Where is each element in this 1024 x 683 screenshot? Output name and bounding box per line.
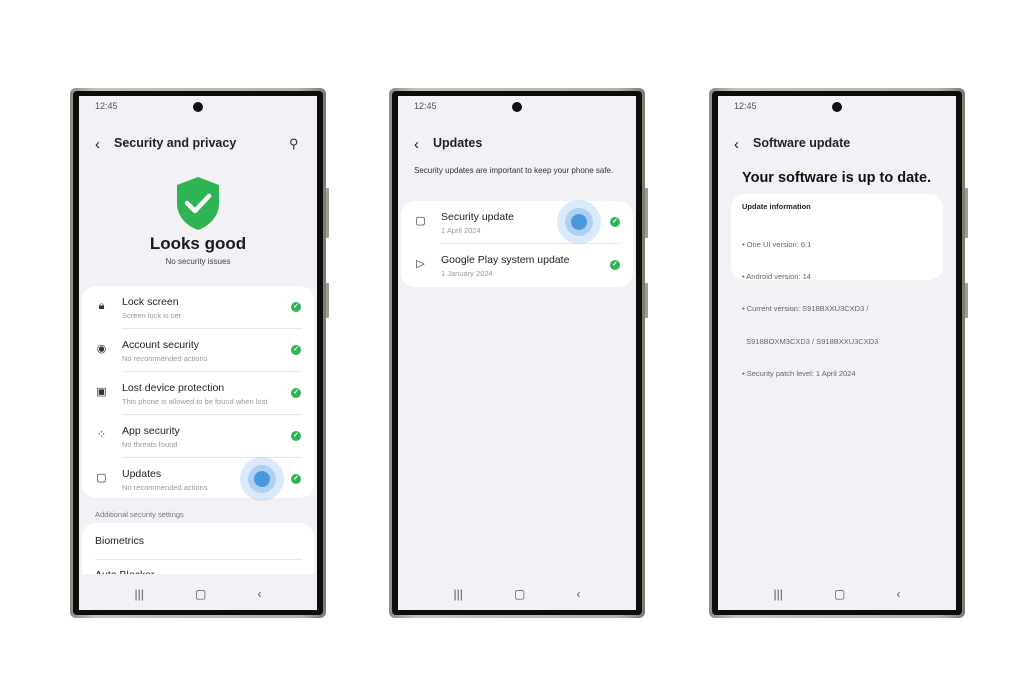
page-title: Updates [433, 136, 483, 150]
info-lines: • One UI version: 6.1 • Android version:… [742, 239, 879, 379]
camera-cutout [193, 102, 203, 112]
status-time: 12:45 [414, 101, 437, 111]
tap-indicator [240, 457, 284, 501]
update-information-card: Update information • One UI version: 6.1… [731, 194, 943, 378]
google-play-icon: ▷ [416, 258, 425, 270]
status-time: 12:45 [95, 101, 118, 111]
list-item-google-play-update[interactable]: ▷ Google Play system update 1 January 2024… [401, 244, 633, 287]
navigation-bar: ||| ▢ ‹ [398, 586, 636, 602]
back-nav-icon[interactable]: ‹ [896, 587, 900, 601]
apps-icon: ⁘ [96, 429, 107, 441]
list-item-biometrics[interactable]: Biometrics [95, 535, 144, 547]
navigation-bar: ||| ▢ ‹ [79, 586, 317, 602]
phone-software-update: 12:45 ‹ Software update Your software is… [709, 88, 968, 618]
page-title: Software update [753, 136, 851, 150]
status-time: 12:45 [734, 101, 757, 111]
back-icon[interactable]: ‹ [95, 136, 100, 153]
recents-icon[interactable]: ||| [454, 587, 463, 601]
list-item-account-security[interactable]: ◉ Account security No recommended actions ✓ [82, 329, 314, 372]
status-heading: Looks good [149, 234, 247, 253]
check-icon: ✓ [291, 474, 301, 484]
camera-cutout [512, 102, 522, 112]
lost-device-icon: ▣ [96, 386, 107, 398]
home-icon[interactable]: ▢ [514, 587, 525, 601]
lock-icon: 🔒︎ [98, 300, 105, 312]
back-nav-icon[interactable]: ‹ [576, 587, 580, 601]
list-item-lost-device[interactable]: ▣ Lost device protection This phone is all… [82, 372, 314, 415]
navigation-bar: ||| ▢ ‹ [718, 586, 956, 602]
phone-updates: 12:45 ‹ Updates Security updates are imp… [389, 88, 648, 618]
screen: 12:45 ‹ Security and privacy ⚲ Looks goo… [79, 96, 317, 610]
update-icon: ▢ [415, 215, 426, 227]
tap-indicator [557, 200, 601, 244]
check-icon: ✓ [291, 345, 301, 355]
check-icon: ✓ [610, 260, 620, 270]
recents-icon[interactable]: ||| [774, 587, 783, 601]
back-icon[interactable]: ‹ [734, 136, 739, 153]
home-icon[interactable]: ▢ [195, 587, 206, 601]
account-icon: ◉ [96, 343, 107, 355]
recents-icon[interactable]: ||| [135, 587, 144, 601]
screen: 12:45 ‹ Updates Security updates are imp… [398, 96, 636, 610]
list-item-app-security[interactable]: ⁘ App security No threats found ✓ [82, 415, 314, 458]
back-icon[interactable]: ‹ [414, 136, 419, 153]
update-icon: ▢ [96, 472, 107, 484]
check-icon: ✓ [291, 431, 301, 441]
check-icon: ✓ [291, 302, 301, 312]
page-title: Security and privacy [114, 136, 237, 150]
search-icon[interactable]: ⚲ [289, 136, 299, 152]
status-subtitle: No security issues [165, 257, 231, 266]
list-item-lock-screen[interactable]: 🔒︎ Lock screen Screen lock is set ✓ [82, 286, 314, 329]
phone-security-privacy: 12:45 ‹ Security and privacy ⚲ Looks goo… [70, 88, 329, 618]
back-nav-icon[interactable]: ‹ [257, 587, 261, 601]
home-icon[interactable]: ▢ [834, 587, 845, 601]
shield-check-icon [177, 177, 219, 230]
status-headline: Your software is up to date. [742, 170, 932, 186]
info-title: Update information [742, 202, 811, 211]
description: Security updates are important to keep y… [414, 166, 614, 175]
check-icon: ✓ [291, 388, 301, 398]
camera-cutout [832, 102, 842, 112]
check-icon: ✓ [610, 217, 620, 227]
screen: 12:45 ‹ Software update Your software is… [718, 96, 956, 610]
section-label: Additional security settings [95, 510, 184, 519]
